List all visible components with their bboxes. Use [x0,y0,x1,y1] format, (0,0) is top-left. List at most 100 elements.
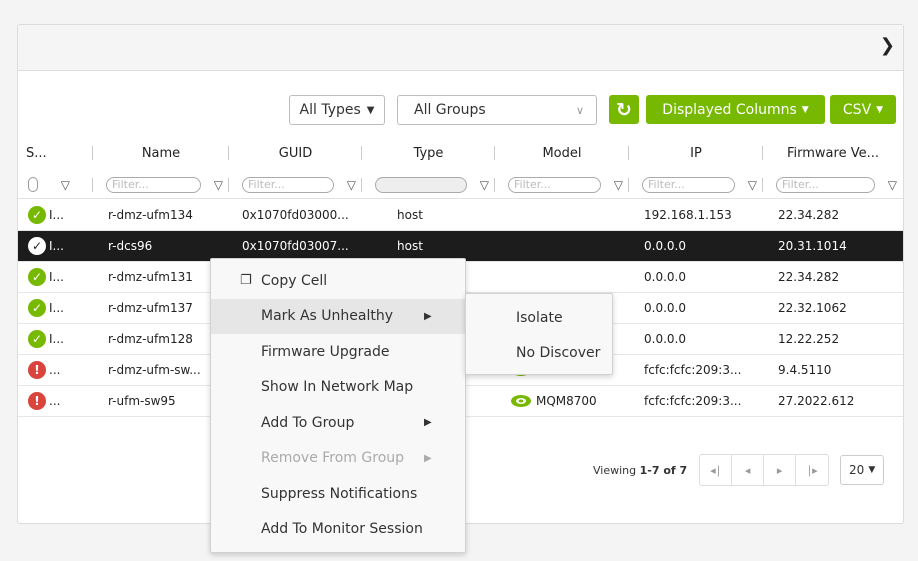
page-size-select[interactable]: 20 ▼ [840,455,885,485]
status-cell[interactable]: ✓ I... [18,200,93,231]
firmware-cell[interactable]: 22.32.1062 [763,293,903,324]
column-header-name[interactable]: Name [93,137,229,169]
status-text: I... [49,239,64,253]
firmware-cell[interactable]: 27.2022.612 [763,386,903,417]
submenu-item-isolate[interactable]: Isolate [466,300,612,335]
ip-cell[interactable]: fcfc:fcfc:209:3... [629,386,763,417]
chevron-right-icon[interactable]: ❯ [880,35,895,56]
column-header-ip[interactable]: IP [629,137,763,169]
first-page-icon[interactable]: ◂∣ [700,455,733,485]
name-cell[interactable]: r-ufm-sw95 [93,386,229,417]
error-icon: ! [28,361,46,379]
firmware-cell[interactable]: 9.4.5110 [763,355,903,386]
filter-icon[interactable]: ▽ [467,178,489,192]
select-all-toggle[interactable] [28,177,38,192]
prev-page-icon[interactable]: ◂ [732,455,765,485]
status-cell[interactable]: ✓ I... [18,231,93,262]
refresh-button[interactable]: ↻ [609,95,639,124]
name-cell[interactable]: r-dmz-ufm131 [93,262,229,293]
copy-icon: ❐ [240,273,252,289]
status-cell[interactable]: !... [18,355,93,386]
type-cell[interactable]: host [362,200,495,231]
firmware-cell[interactable]: 22.34.282 [763,200,903,231]
submenu-arrow-icon: ▶ [424,310,432,322]
firmware-cell[interactable]: 20.31.1014 [763,231,903,262]
firmware-filter-input[interactable]: Filter... [776,176,875,193]
panel-header: ❯ [18,25,903,71]
menu-item-remove-from-group: Remove From Group ▶ [211,441,465,477]
status-cell[interactable]: ✓ I... [18,324,93,355]
guid-cell[interactable]: 0x1070fd03007... [229,231,362,262]
type-filter-select[interactable]: All Types ▼ [289,95,385,125]
filter-icon[interactable]: ▽ [875,178,897,192]
table-row[interactable]: ✓ I... r-dmz-ufm134 0x1070fd03000... host 192… [18,200,903,231]
name-cell[interactable]: r-dcs96 [93,231,229,262]
status-text: ... [49,394,61,408]
table-header: S... Name GUID Type Model IP Firmware Ve… [18,137,903,169]
ip-cell[interactable]: 0.0.0.0 [629,293,763,324]
column-header-guid[interactable]: GUID [229,137,362,169]
menu-item-suppress-notifications[interactable]: Suppress Notifications [211,476,465,512]
model-filter-input[interactable]: Filter... [508,176,601,193]
status-text: ... [49,363,61,377]
displayed-columns-button[interactable]: Displayed Columns ▼ [646,95,825,124]
filter-icon[interactable]: ▽ [48,178,70,192]
status-cell[interactable]: ✓ I... [18,293,93,324]
group-filter-select[interactable]: All Groups ∨ [397,95,597,125]
model-filter: Filter... ▽ [495,170,629,199]
caret-down-icon: ▼ [801,104,809,115]
name-cell[interactable]: r-dmz-ufm134 [93,200,229,231]
model-cell[interactable] [495,262,629,293]
column-header-firmware[interactable]: Firmware Ve... [763,137,903,169]
last-page-icon[interactable]: ∣▸ [796,455,828,485]
ip-cell[interactable]: 192.168.1.153 [629,200,763,231]
csv-button[interactable]: CSV ▼ [830,95,896,124]
firmware-filter: Filter... ▽ [763,170,903,199]
submenu-item-no-discover[interactable]: No Discover [466,335,612,370]
filter-icon[interactable]: ▽ [334,178,356,192]
firmware-cell[interactable]: 22.34.282 [763,262,903,293]
type-filter-input[interactable] [375,176,467,193]
ip-cell[interactable]: 0.0.0.0 [629,231,763,262]
type-filter-value: All Types [299,102,361,118]
name-cell[interactable]: r-dmz-ufm-sw... [93,355,229,386]
status-cell[interactable]: ✓ I... [18,262,93,293]
menu-item-mark-unhealthy[interactable]: Mark As Unhealthy ▶ [211,298,465,334]
next-page-icon[interactable]: ▸ [764,455,797,485]
name-filter-input[interactable]: Filter... [106,176,201,193]
menu-item-add-to-monitor-session[interactable]: Add To Monitor Session [211,512,465,548]
menu-item-add-to-group[interactable]: Add To Group ▶ [211,405,465,441]
ip-filter-input[interactable]: Filter... [642,176,735,193]
column-header-status[interactable]: S... [18,137,93,169]
ip-cell[interactable]: fcfc:fcfc:209:3... [629,355,763,386]
column-header-model[interactable]: Model [495,137,629,169]
firmware-cell[interactable]: 12.22.252 [763,324,903,355]
status-cell[interactable]: !... [18,386,93,417]
menu-item-show-in-network-map[interactable]: Show In Network Map [211,370,465,406]
menu-item-copy-cell[interactable]: ❐ Copy Cell [211,263,465,299]
menu-item-firmware-upgrade[interactable]: Firmware Upgrade [211,334,465,370]
menu-item-label: Firmware Upgrade [261,343,390,360]
filter-icon[interactable]: ▽ [601,178,623,192]
name-filter: Filter... ▽ [93,170,229,199]
submenu-arrow-icon: ▶ [424,417,432,429]
model-cell[interactable] [495,200,629,231]
guid-filter-input[interactable]: Filter... [242,176,334,193]
filter-icon[interactable]: ▽ [201,178,223,192]
name-cell[interactable]: r-dmz-ufm128 [93,324,229,355]
guid-cell[interactable]: 0x1070fd03000... [229,200,362,231]
name-cell[interactable]: r-dmz-ufm137 [93,293,229,324]
menu-item-label: Add To Group [261,414,355,431]
page-nav: ◂∣ ◂ ▸ ∣▸ [699,454,830,486]
healthy-icon: ✓ [28,299,46,317]
ip-cell[interactable]: 0.0.0.0 [629,262,763,293]
filter-icon[interactable]: ▽ [735,178,757,192]
chevron-down-icon: ▼ [366,104,375,116]
model-cell[interactable]: MQM8700 [495,386,629,417]
type-cell[interactable]: host [362,231,495,262]
ip-cell[interactable]: 0.0.0.0 [629,324,763,355]
csv-label: CSV [842,101,872,118]
column-header-type[interactable]: Type [362,137,495,169]
context-menu: ❐ Copy Cell Mark As Unhealthy ▶ Firmware… [210,258,466,553]
model-cell[interactable] [495,231,629,262]
